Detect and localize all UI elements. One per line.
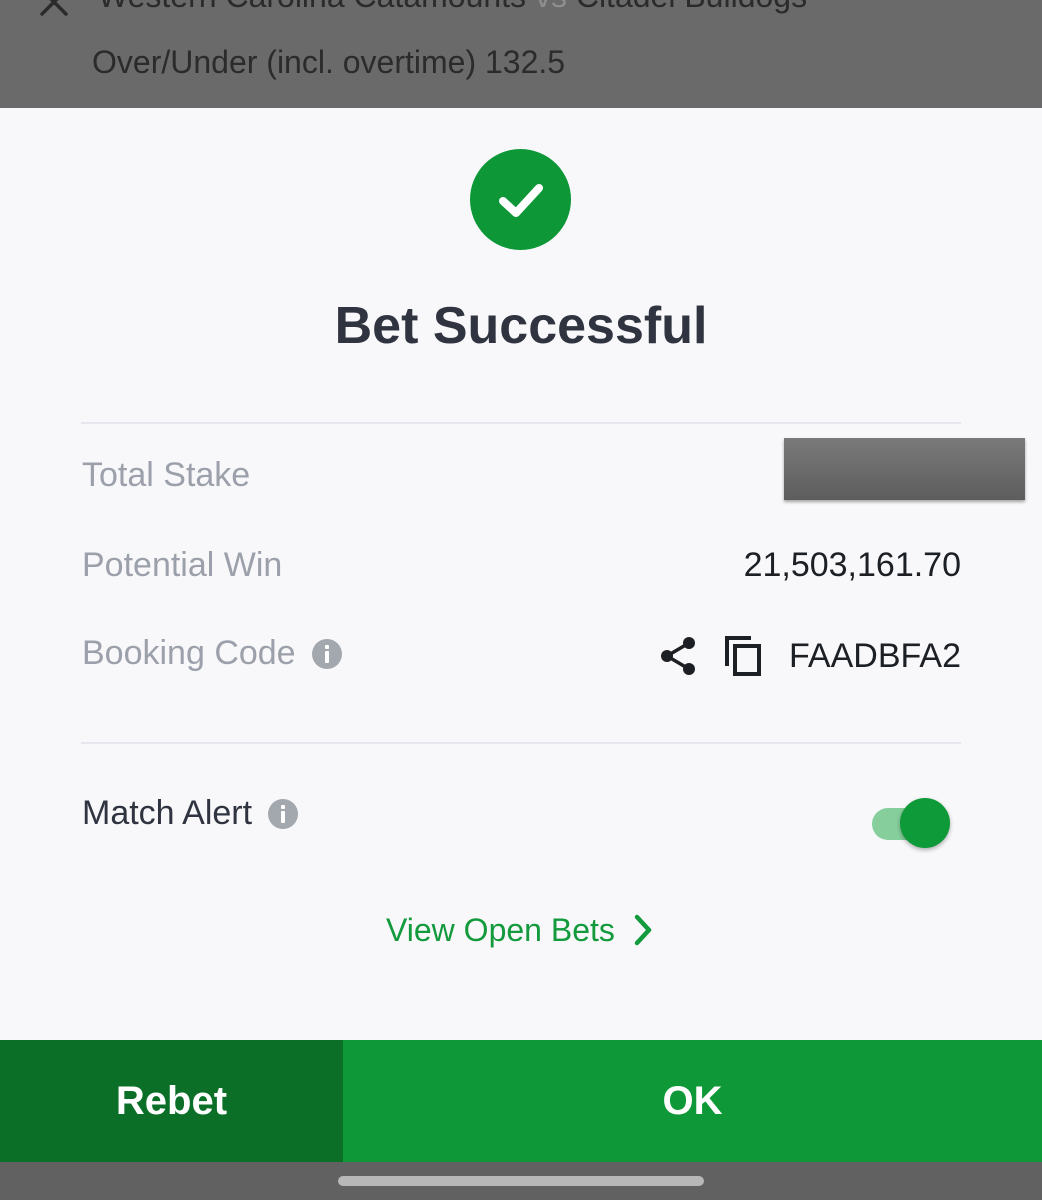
vs-label: vs — [535, 0, 567, 14]
bet-success-screen: Western Carolina Catamounts vs Citadel B… — [0, 0, 1042, 1200]
match-alert-label: Match Alert — [82, 794, 253, 832]
match-alert-row-label: Match Alert — [82, 794, 299, 833]
total-stake-label: Total Stake — [82, 456, 251, 494]
divider — [81, 742, 961, 744]
booking-code-value[interactable]: FAADBFA2 — [789, 637, 961, 676]
page-title: Bet Successful — [334, 297, 708, 355]
chevron-right-icon — [634, 914, 652, 946]
away-team: Citadel Bulldogs — [576, 0, 807, 14]
booking-code-row-label: Booking Code — [82, 634, 342, 673]
home-team: Western Carolina Catamounts — [98, 0, 526, 14]
background-bet-header: Western Carolina Catamounts vs Citadel B… — [0, 0, 1042, 108]
share-icon[interactable] — [659, 636, 697, 676]
ok-button[interactable]: OK — [343, 1040, 1042, 1162]
booking-code-label: Booking Code — [82, 634, 296, 672]
copy-icon[interactable] — [723, 634, 763, 678]
view-open-bets-link[interactable]: View Open Bets — [386, 908, 653, 952]
divider — [81, 422, 961, 424]
potential-win-label: Potential Win — [82, 546, 283, 584]
match-title: Western Carolina Catamounts vs Citadel B… — [98, 0, 807, 15]
potential-win-value: 21,503,161.70 — [743, 546, 961, 584]
rebet-button[interactable]: Rebet — [0, 1040, 343, 1162]
match-alert-toggle[interactable] — [872, 798, 952, 850]
home-indicator[interactable] — [338, 1176, 704, 1186]
action-footer: Rebet OK — [0, 1040, 1042, 1162]
info-icon[interactable] — [311, 638, 342, 669]
info-icon[interactable] — [268, 798, 299, 829]
view-open-bets-label: View Open Bets — [386, 911, 615, 948]
close-icon[interactable] — [34, 0, 74, 22]
check-circle-icon — [470, 149, 571, 250]
booking-code-actions: FAADBFA2 — [659, 634, 961, 678]
bet-success-sheet: Bet Successful Total Stake Potential Win… — [0, 108, 1042, 1040]
market-label: Over/Under (incl. overtime) 132.5 — [92, 44, 566, 80]
toggle-knob — [900, 798, 950, 848]
system-nav-bar — [0, 1162, 1042, 1200]
total-stake-redacted-value — [784, 438, 1025, 500]
